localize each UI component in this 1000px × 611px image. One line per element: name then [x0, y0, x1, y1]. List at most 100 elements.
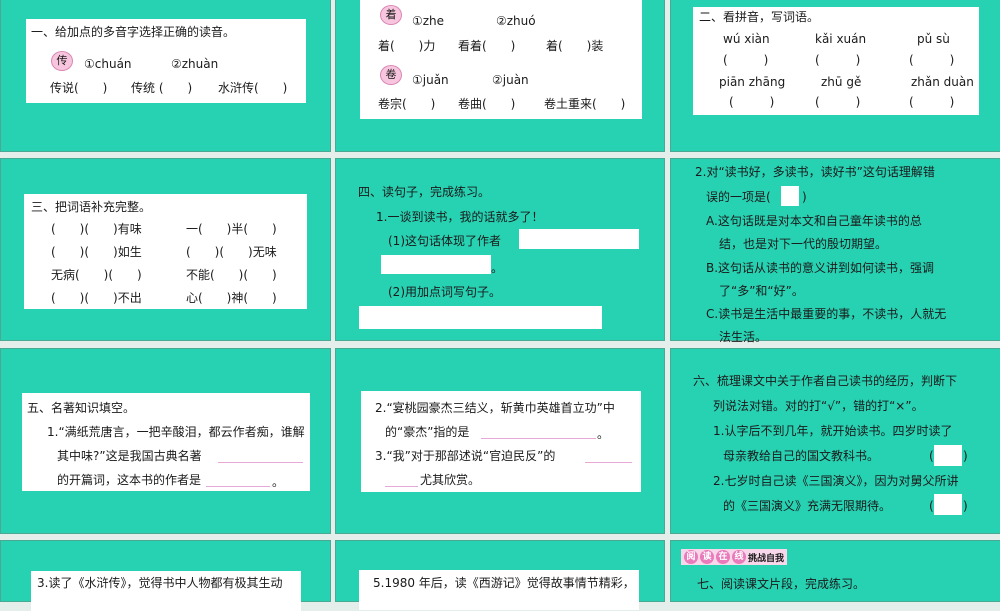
answer-paren[interactable]: ( ) [815, 95, 860, 109]
question-text: 3.读了《水浒传》，觉得书中人物都有极其生动 [37, 576, 283, 590]
pinyin: pǔ sù [917, 32, 950, 46]
logo-char: 读 [700, 550, 714, 564]
idiom: 心( )神( ) [186, 291, 277, 305]
question-title: 四、读句子，完成练习。 [358, 185, 491, 199]
period: 。 [491, 261, 504, 275]
question-text: 尤其欣赏。 [420, 473, 481, 487]
question-text: 5.1980 年后，读《西游记》觉得故事情节精彩， [373, 576, 635, 590]
answer-paren[interactable]: ( ) [909, 53, 954, 67]
question-sentence: 1.一谈到读书，我的话就多了！ [376, 210, 544, 224]
paren: ( [929, 449, 934, 463]
char-badge: 卷 [380, 65, 402, 85]
statement-2: 2.七岁时自己读《三国演义》，因为对舅父所讲 [713, 474, 959, 488]
statement-1: 1.认字后不到几年，就开始读书。四岁时读了 [713, 424, 953, 438]
answer-line[interactable] [206, 473, 270, 487]
question-text: 2.对“读书好，多读书，读好书”这句话理解错 [695, 165, 935, 179]
idiom: ( )( )无味 [186, 245, 277, 259]
answer-line[interactable] [218, 449, 303, 463]
option-1: ①chuán [84, 57, 132, 71]
slide-5[interactable]: 四、读句子，完成练习。 1.一谈到读书，我的话就多了！ (1)这句话体现了作者 … [335, 158, 665, 341]
idiom: ( )( )不出 [51, 291, 142, 305]
idiom: 不能( )( ) [186, 268, 277, 282]
option-2a: ①juǎn [412, 73, 449, 87]
pinyin: zhū gě [821, 75, 862, 89]
slide-1[interactable]: 一、给加点的多音字选择正确的读音。 传 ①chuán ②zhuàn 传说( ) … [0, 0, 331, 152]
logo-char: 阅 [684, 550, 698, 564]
slide-8[interactable]: 2.“宴桃园豪杰三结义，斩黄巾英雄首立功”中 的“豪杰”指的是 。 3.“我”对… [335, 348, 665, 534]
word: 卷土重来( ) [544, 97, 626, 111]
word-3: 水浒传( ) [218, 81, 288, 95]
question-text: 列说法对错。对的打“√”，错的打“×”。 [713, 399, 924, 413]
answer-line[interactable] [385, 473, 418, 487]
paren: ( [929, 499, 934, 513]
judgement-box[interactable] [934, 494, 962, 515]
question-text: 的开篇词，这本书的作者是 [57, 473, 202, 487]
question-text: 3.“我”对于那部述说“官迫民反”的 [375, 449, 556, 463]
statement-1-cont: 母亲教给自己的国文教科书。 [723, 449, 880, 463]
question-text: 六、梳理课文中关于作者自己读书的经历，判断下 [693, 374, 958, 388]
question-box: 3.读了《水浒传》，觉得书中人物都有极其生动 [31, 571, 301, 611]
judgement-box[interactable] [934, 445, 962, 466]
answer-line[interactable] [585, 449, 632, 463]
answer-paren[interactable]: ( ) [815, 53, 860, 67]
option-a-cont: 结，也是对下一代的殷切期望。 [719, 237, 888, 251]
answer-field[interactable] [359, 306, 602, 329]
option-b[interactable]: B.这句话从读书的意义讲到如何读书，强调 [706, 261, 934, 275]
question-title: 三、把词语补充完整。 [31, 200, 152, 214]
slide-6[interactable]: 2.对“读书好，多读书，读好书”这句话理解错 误的一项是( ) A.这句话既是对… [670, 158, 1000, 344]
question-title: 二、看拼音，写词语。 [699, 10, 820, 24]
sub-question-2: (2)用加点词写句子。 [388, 285, 501, 299]
answer-paren[interactable]: ( ) [909, 95, 954, 109]
question-box: 5.1980 年后，读《西游记》觉得故事情节精彩， [359, 570, 639, 610]
answer-field[interactable] [381, 255, 491, 274]
question-text: 2.“宴桃园豪杰三结义，斩黄巾英雄首立功”中 [375, 401, 615, 415]
slide-2[interactable]: 着 ①zhe ②zhuó 着( )力 看着( ) 着( )装 卷 ①juǎn ②… [335, 0, 665, 152]
pinyin: kǎi xuán [815, 32, 867, 46]
answer-box[interactable] [781, 186, 799, 206]
question-box: 五、名著知识填空。 1.“满纸荒唐言，一把辛酸泪，都云作者痴，谁解 其中味?”这… [22, 393, 310, 491]
option-a[interactable]: A.这句话既是对本文和自己童年读书的总 [706, 214, 922, 228]
word-1: 传说( ) [50, 81, 108, 95]
reading-online-logo: 阅 读 在 线 挑战自我 [681, 549, 788, 565]
paren: ) [802, 190, 807, 204]
question-title: 一、给加点的多音字选择正确的读音。 [31, 25, 236, 39]
question-title: 五、名著知识填空。 [27, 401, 136, 415]
idiom: 一( )半( ) [186, 222, 277, 236]
statement-2-cont: 的《三国演义》充满无限期待。 [723, 499, 892, 513]
slide-4[interactable]: 三、把词语补充完整。 ( )( )有味 一( )半( ) ( )( )如生 ( … [0, 158, 331, 341]
slide-11[interactable]: 5.1980 年后，读《西游记》觉得故事情节精彩， [335, 540, 665, 610]
answer-line[interactable] [481, 425, 596, 439]
idiom: ( )( )如生 [51, 245, 142, 259]
slide-10[interactable]: 3.读了《水浒传》，觉得书中人物都有极其生动 [0, 540, 331, 611]
question-box: 着 ①zhe ②zhuó 着( )力 看着( ) 着( )装 卷 ①juǎn ②… [360, 0, 642, 119]
slide-3[interactable]: 二、看拼音，写词语。 wú xiàn kǎi xuán pǔ sù ( ) ( … [670, 0, 1000, 152]
question-text: 其中味?”这是我国古典名著 [57, 449, 202, 463]
idiom: 无病( )( ) [51, 268, 142, 282]
pinyin: piān zhāng [719, 75, 786, 89]
word-2: 传统 ( ) [131, 81, 193, 95]
word: 着( )力 [378, 39, 436, 53]
option-b-cont: 了“多”和“好”。 [719, 284, 804, 298]
slide-9[interactable]: 六、梳理课文中关于作者自己读书的经历，判断下 列说法对错。对的打“√”，错的打“… [670, 348, 1000, 534]
answer-field[interactable] [519, 229, 639, 249]
slide-12[interactable]: 阅 读 在 线 挑战自我 七、阅读课文片段，完成练习。 [670, 540, 1000, 602]
slide-7[interactable]: 五、名著知识填空。 1.“满纸荒唐言，一把辛酸泪，都云作者痴，谁解 其中味?”这… [0, 348, 331, 534]
word: 着( )装 [546, 39, 604, 53]
question-text: 误的一项是( [706, 190, 771, 204]
answer-paren[interactable]: ( ) [729, 95, 774, 109]
idiom: ( )( )有味 [51, 222, 142, 236]
question-box: 2.“宴桃园豪杰三结义，斩黄巾英雄首立功”中 的“豪杰”指的是 。 3.“我”对… [361, 391, 641, 492]
word: 看着( ) [458, 39, 516, 53]
paren: ) [963, 449, 968, 463]
question-title: 七、阅读课文片段，完成练习。 [697, 577, 866, 591]
option-1a: ①zhe [412, 14, 445, 28]
option-1b: ②zhuó [496, 14, 536, 28]
answer-paren[interactable]: ( ) [723, 53, 768, 67]
word: 卷宗( ) [378, 97, 436, 111]
question-text: 的“豪杰”指的是 [385, 425, 470, 439]
question-box: 三、把词语补充完整。 ( )( )有味 一( )半( ) ( )( )如生 ( … [24, 194, 307, 309]
logo-char: 在 [716, 550, 730, 564]
option-c[interactable]: C.读书是生活中最重要的事，不读书，人就无 [706, 307, 946, 321]
question-text: 1.“满纸荒唐言，一把辛酸泪，都云作者痴，谁解 [47, 425, 305, 439]
logo-subtitle: 挑战自我 [748, 553, 785, 564]
